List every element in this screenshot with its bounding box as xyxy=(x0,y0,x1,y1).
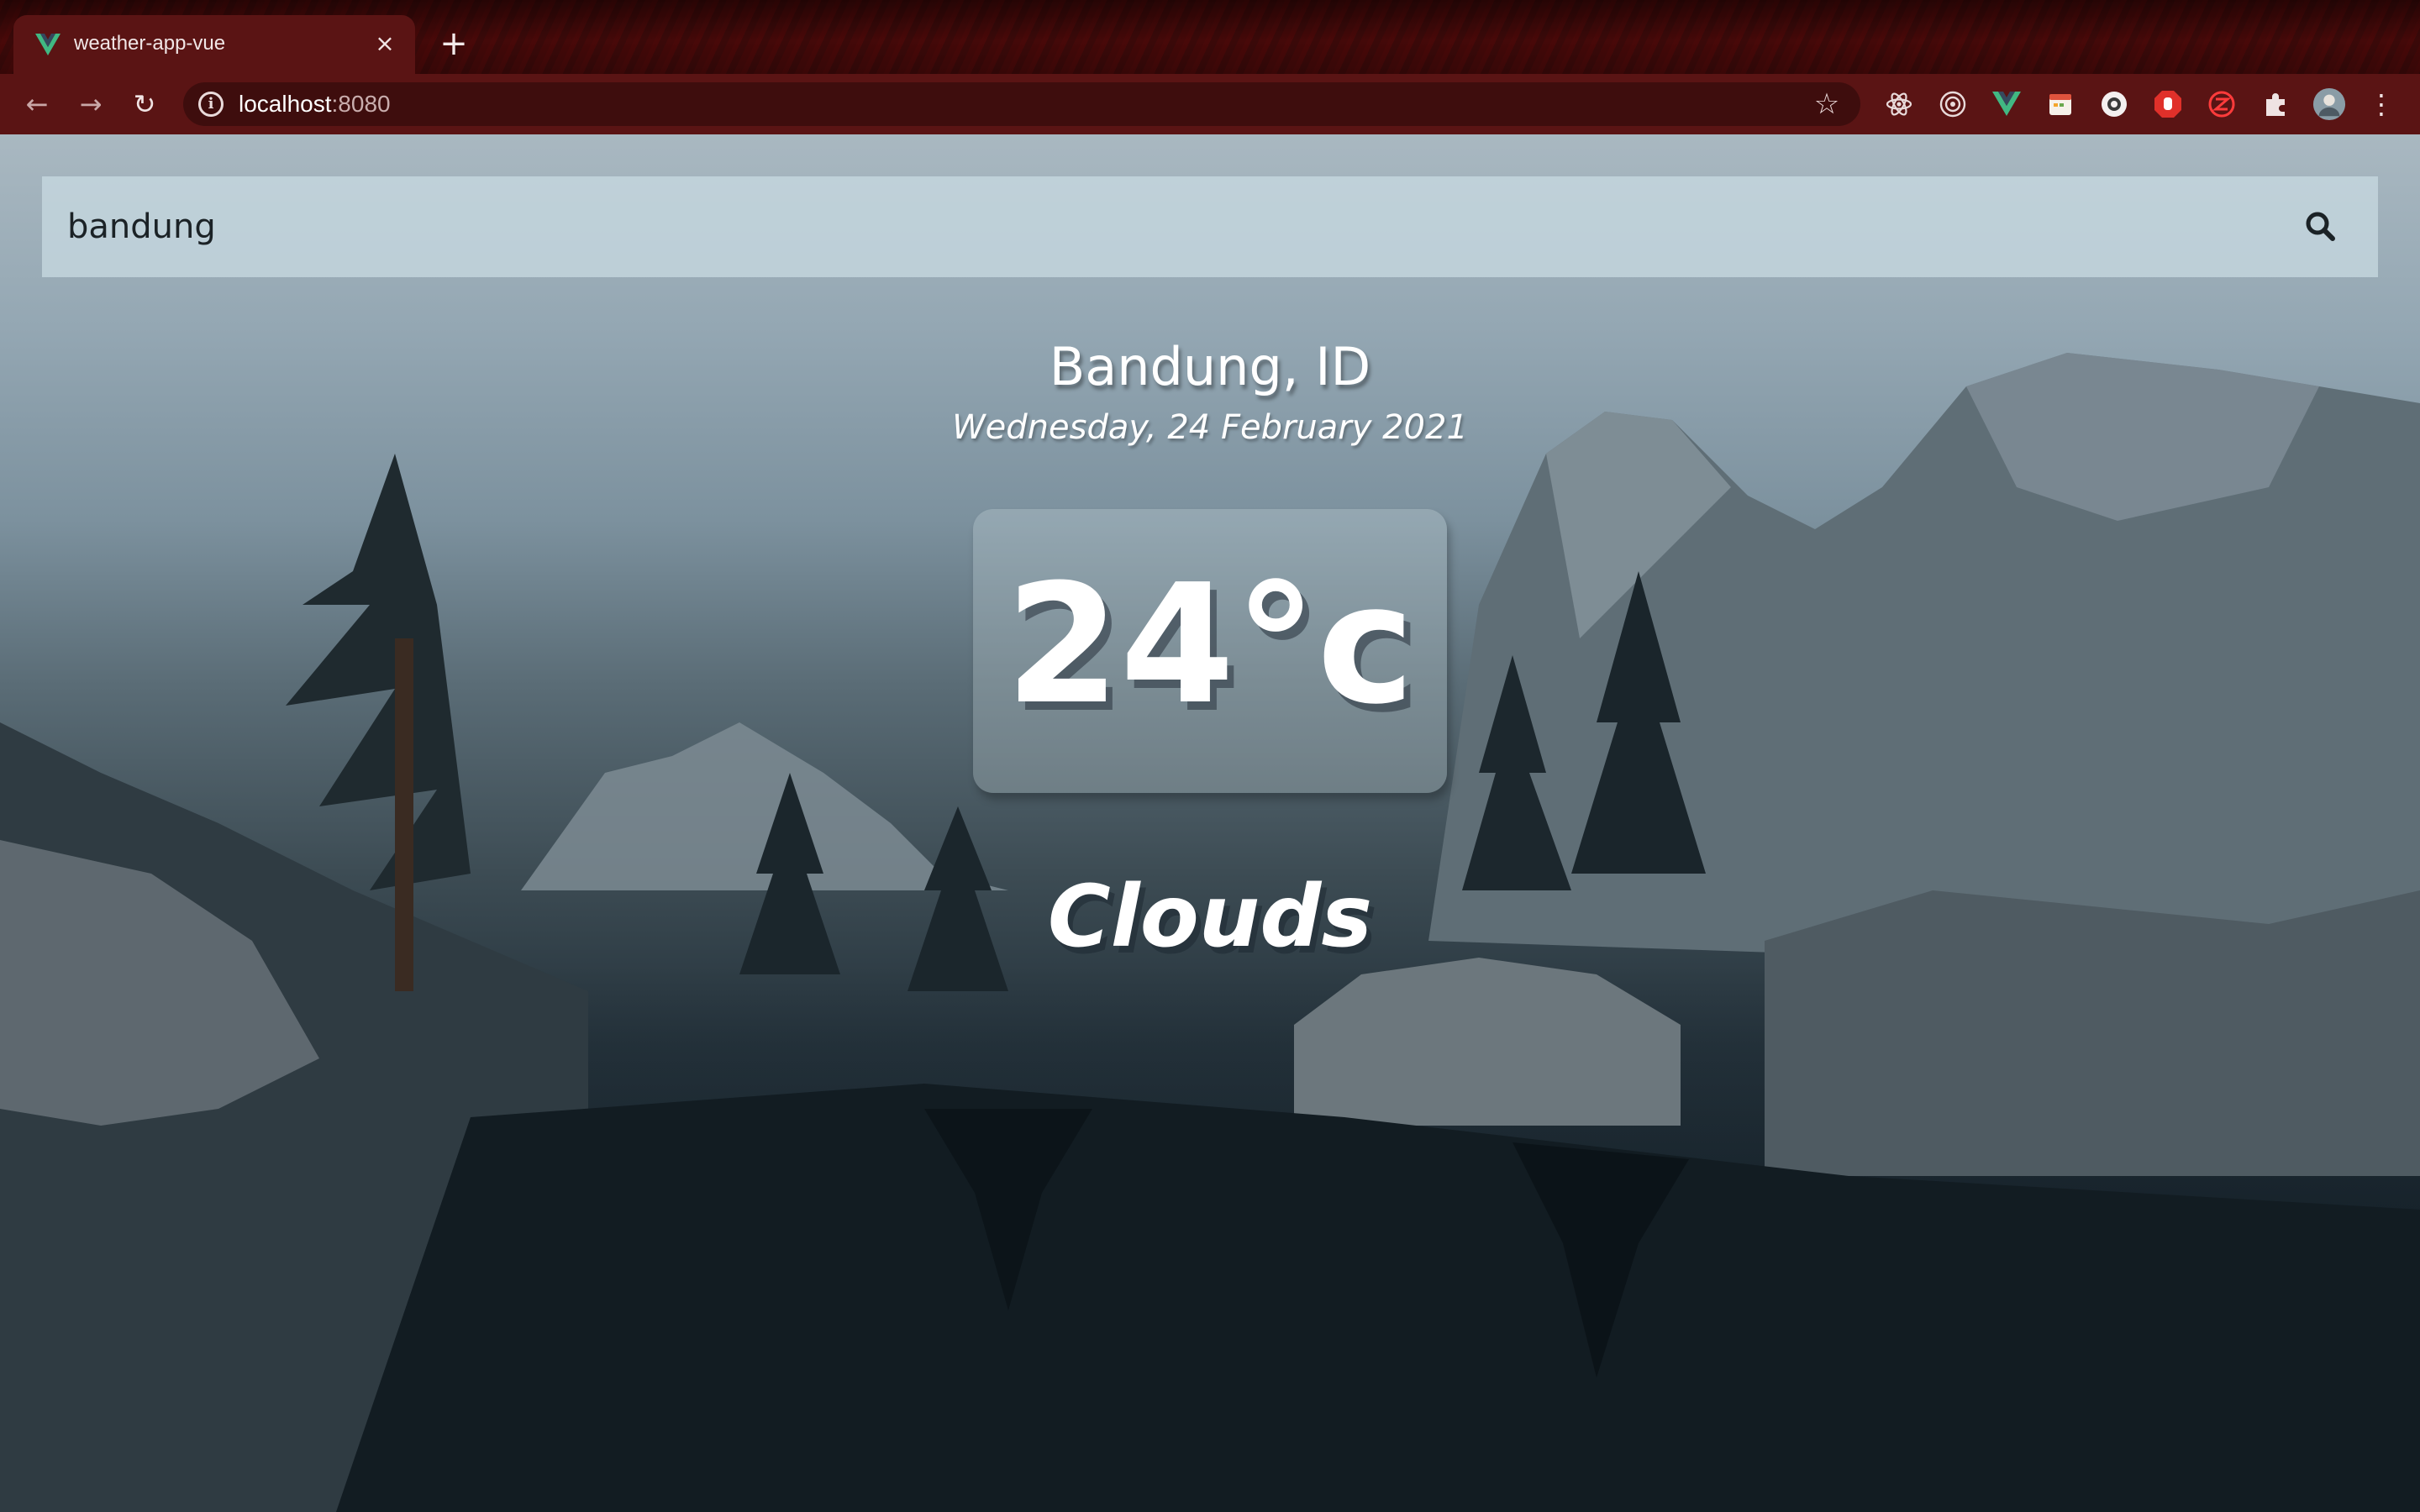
vue-devtools-icon[interactable] xyxy=(1990,87,2023,121)
calendar-icon[interactable] xyxy=(2044,87,2077,121)
target-icon[interactable] xyxy=(1936,87,1970,121)
tab-title: weather-app-vue xyxy=(74,32,226,55)
browser-tab[interactable]: weather-app-vue × xyxy=(13,15,415,74)
tab-strip: weather-app-vue × + xyxy=(0,0,2420,74)
forward-button[interactable]: → xyxy=(72,86,109,123)
weather-condition: Clouds xyxy=(1047,867,1373,967)
new-tab-button[interactable]: + xyxy=(434,25,474,66)
info-icon[interactable]: i xyxy=(198,92,224,117)
bookmark-star-icon[interactable]: ☆ xyxy=(1810,87,1844,121)
browser-menu-icon[interactable]: ⋮ xyxy=(2365,86,2398,123)
adblock-hand-icon[interactable] xyxy=(2151,87,2185,121)
url-port: :8080 xyxy=(331,91,391,117)
red-z-extension-icon[interactable] xyxy=(2205,87,2238,121)
location-title: Bandung, ID xyxy=(1049,336,1371,397)
vue-logo-icon xyxy=(35,34,60,55)
browser-toolbar: ← → ↻ i localhost:8080 ☆ ⋮ xyxy=(0,74,2420,134)
search-input[interactable] xyxy=(42,176,2277,277)
current-date: Wednesday, 24 February 2021 xyxy=(952,408,1468,447)
react-devtools-icon[interactable] xyxy=(1882,87,1916,121)
search-icon[interactable] xyxy=(2301,207,2341,247)
temperature-card: 24°c xyxy=(973,509,1447,793)
url-host: localhost xyxy=(239,91,332,117)
circle-extension-icon[interactable] xyxy=(2097,87,2131,121)
profile-avatar[interactable] xyxy=(2312,87,2346,121)
temperature-value: 24°c xyxy=(1005,549,1415,741)
url-text: localhost:8080 xyxy=(239,91,391,118)
reload-button[interactable]: ↻ xyxy=(126,86,163,123)
puzzle-icon[interactable] xyxy=(2259,87,2292,121)
tab-close-icon[interactable]: × xyxy=(370,29,400,59)
address-bar[interactable]: i localhost:8080 ☆ xyxy=(183,82,1860,126)
back-button[interactable]: ← xyxy=(18,86,55,123)
weather-app-page: Bandung, ID Wednesday, 24 February 2021 … xyxy=(0,134,2420,1512)
search-bar xyxy=(42,176,2378,277)
